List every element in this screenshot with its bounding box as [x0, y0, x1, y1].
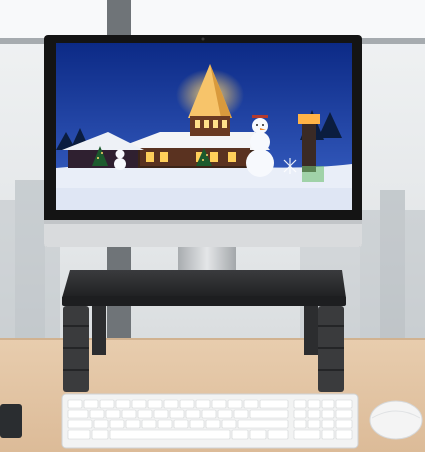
winter-village-wallpaper [56, 43, 352, 210]
monitor-chin [44, 220, 362, 247]
snowman-small [114, 149, 126, 170]
keyboard [61, 393, 359, 449]
riser-leg-right [318, 306, 344, 392]
riser-top [62, 270, 346, 298]
phone [0, 404, 22, 438]
photo-illustration [0, 0, 425, 452]
product-photo [0, 0, 425, 452]
riser-leg-left [63, 306, 89, 392]
mouse [369, 400, 423, 440]
camera-dot [201, 37, 205, 41]
monitor [44, 35, 362, 247]
